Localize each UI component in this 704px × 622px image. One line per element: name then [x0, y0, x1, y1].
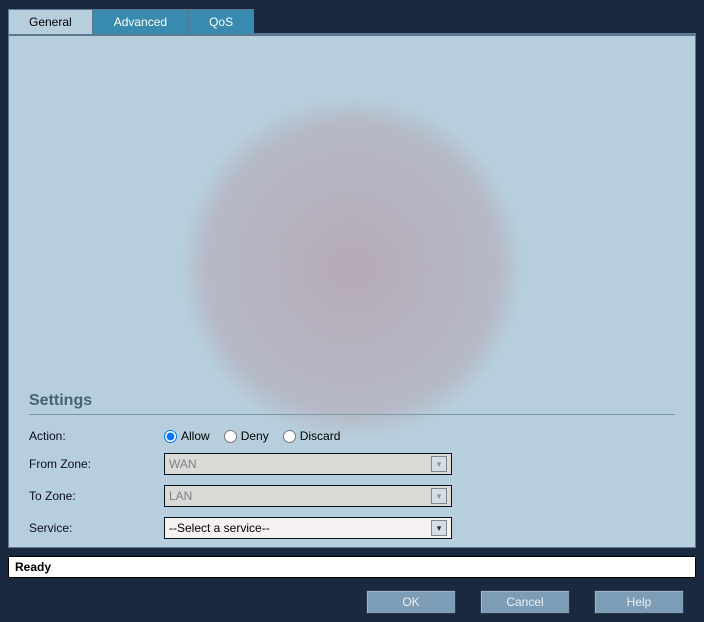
action-radio-group: Allow Deny Discard — [164, 429, 340, 443]
to-zone-select[interactable]: LAN ▾ — [164, 485, 452, 507]
tab-bar: General Advanced QoS — [8, 8, 696, 33]
radio-deny[interactable]: Deny — [224, 429, 269, 443]
label-service: Service: — [29, 521, 164, 535]
label-to-zone: To Zone: — [29, 489, 164, 503]
radio-allow-input[interactable] — [164, 430, 177, 443]
chevron-down-icon: ▾ — [431, 456, 447, 472]
to-zone-value: LAN — [169, 489, 192, 503]
help-button[interactable]: Help — [594, 590, 684, 614]
watermark — [182, 98, 522, 438]
radio-discard-label: Discard — [300, 429, 341, 443]
settings-panel: Settings Action: Allow Deny Discard From — [8, 33, 696, 548]
tab-qos[interactable]: QoS — [188, 9, 254, 34]
button-row: OK Cancel Help — [8, 590, 696, 614]
chevron-down-icon: ▾ — [431, 488, 447, 504]
service-select[interactable]: --Select a service-- ▾ — [164, 517, 452, 539]
radio-deny-label: Deny — [241, 429, 269, 443]
label-from-zone: From Zone: — [29, 457, 164, 471]
tab-advanced[interactable]: Advanced — [93, 9, 188, 34]
section-title: Settings — [29, 392, 675, 415]
status-bar: Ready — [8, 556, 696, 578]
from-zone-select[interactable]: WAN ▾ — [164, 453, 452, 475]
service-value: --Select a service-- — [169, 521, 270, 535]
radio-discard[interactable]: Discard — [283, 429, 341, 443]
ok-button[interactable]: OK — [366, 590, 456, 614]
radio-allow-label: Allow — [181, 429, 210, 443]
from-zone-value: WAN — [169, 457, 197, 471]
tab-general[interactable]: General — [8, 9, 93, 34]
radio-deny-input[interactable] — [224, 430, 237, 443]
chevron-down-icon: ▾ — [431, 520, 447, 536]
cancel-button[interactable]: Cancel — [480, 590, 570, 614]
label-action: Action: — [29, 429, 164, 443]
radio-allow[interactable]: Allow — [164, 429, 210, 443]
radio-discard-input[interactable] — [283, 430, 296, 443]
